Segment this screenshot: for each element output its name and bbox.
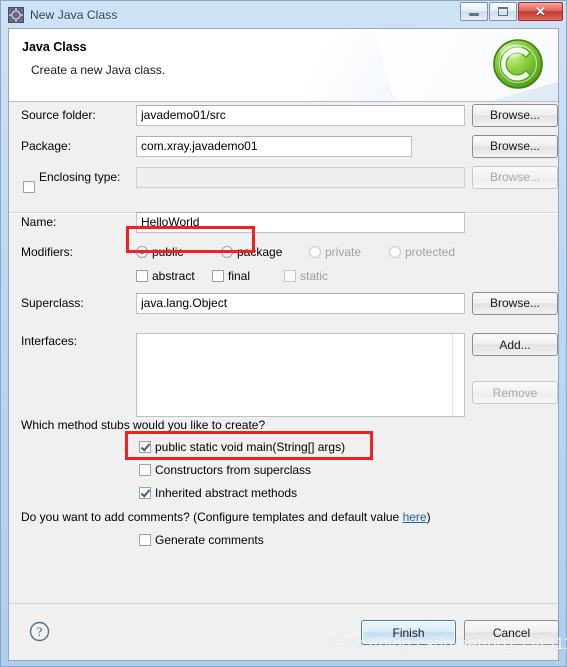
radio-protected-label: protected <box>405 245 456 259</box>
checkbox-constructors-indicator <box>139 464 151 476</box>
interfaces-add-button[interactable]: Add... <box>472 333 558 356</box>
modifier-radio-private: private <box>309 245 361 259</box>
stub-inherited-checkbox[interactable]: Inherited abstract methods <box>139 486 297 500</box>
interfaces-scrollbar[interactable] <box>452 334 464 416</box>
radio-package-indicator <box>221 246 233 258</box>
package-browse-button[interactable]: Browse... <box>472 134 558 158</box>
superclass-browse-button[interactable]: Browse... <box>472 291 558 315</box>
stub-inherited-label: Inherited abstract methods <box>155 486 298 500</box>
new-java-class-dialog-screenshot: New Java Class ✕ Java Class Create a new… <box>0 0 567 667</box>
method-stubs-question: Which method stubs would you like to cre… <box>21 418 266 432</box>
page-subtitle: Create a new Java class. <box>31 63 166 77</box>
package-input[interactable] <box>136 135 412 157</box>
stub-constructors-label: Constructors from superclass <box>155 463 312 477</box>
modifier-radio-protected: protected <box>389 245 455 259</box>
title-bar: New Java Class ✕ <box>1 1 566 28</box>
modifier-checkbox-static: static <box>284 269 328 283</box>
close-button[interactable]: ✕ <box>518 2 563 21</box>
enclosing-type-input[interactable] <box>136 166 465 188</box>
minimize-button[interactable] <box>460 2 488 21</box>
checkbox-generate-comments-indicator <box>139 534 151 546</box>
radio-private-label: private <box>325 245 362 259</box>
source-folder-browse-button[interactable]: Browse... <box>472 103 558 127</box>
checkbox-static-label: static <box>300 269 329 283</box>
modifier-checkbox-abstract[interactable]: abstract <box>136 269 195 283</box>
dialog-frame: Java Class Create a new Java class. Sour… <box>8 28 559 661</box>
checkbox-inherited-indicator <box>139 487 151 499</box>
form-content: Source folder: Browse... Package: Browse… <box>9 102 558 603</box>
dialog-window: New Java Class ✕ Java Class Create a new… <box>0 0 567 667</box>
radio-protected-indicator <box>389 246 401 258</box>
name-label: Name: <box>21 215 57 229</box>
maximize-icon <box>498 7 508 16</box>
close-icon: ✕ <box>535 4 546 19</box>
comments-question-suffix: ) <box>426 510 431 524</box>
modifiers-label: Modifiers: <box>21 245 74 259</box>
minimize-icon <box>469 13 479 16</box>
watermark-text: https://blog.csdn.net/u013343114 <box>326 634 567 653</box>
interfaces-listbox[interactable] <box>136 333 465 417</box>
help-icon[interactable]: ? <box>29 621 50 642</box>
comments-question: Do you want to add comments? (Configure … <box>21 510 431 524</box>
comments-question-prefix: Do you want to add comments? (Configure … <box>21 510 403 524</box>
checkbox-static-indicator <box>284 270 296 282</box>
superclass-input[interactable] <box>136 292 465 314</box>
modifier-radio-package[interactable]: package <box>221 245 282 259</box>
modifier-checkbox-final[interactable]: final <box>212 269 250 283</box>
radio-private-indicator <box>309 246 321 258</box>
interfaces-label: Interfaces: <box>21 334 78 348</box>
checkbox-final-indicator <box>212 270 224 282</box>
enclosing-type-checkbox[interactable] <box>23 181 35 193</box>
window-title: New Java Class <box>30 7 118 22</box>
superclass-label: Superclass: <box>21 296 84 310</box>
radio-public-indicator <box>136 246 148 258</box>
checkbox-abstract-label: abstract <box>152 269 195 283</box>
configure-templates-link[interactable]: here <box>403 510 427 524</box>
radio-public-label: public <box>152 245 184 259</box>
wizard-header: Java Class Create a new Java class. <box>9 29 558 102</box>
generate-comments-label: Generate comments <box>155 533 264 547</box>
maximize-button[interactable] <box>489 2 517 21</box>
svg-text:?: ? <box>37 624 43 639</box>
checkbox-abstract-indicator <box>136 270 148 282</box>
package-label: Package: <box>21 139 72 153</box>
green-c-class-icon <box>493 39 543 89</box>
source-folder-label: Source folder: <box>21 108 96 122</box>
generate-comments-checkbox[interactable]: Generate comments <box>139 533 264 547</box>
radio-package-label: package <box>237 245 283 259</box>
page-title: Java Class <box>22 40 87 54</box>
checkbox-final-label: final <box>228 269 251 283</box>
stub-constructors-checkbox[interactable]: Constructors from superclass <box>139 463 311 477</box>
interfaces-remove-button: Remove <box>472 381 558 404</box>
window-controls: ✕ <box>459 2 563 21</box>
enclosing-type-label: Enclosing type: <box>39 170 121 184</box>
stub-main-label: public static void main(String[] args) <box>155 440 346 454</box>
stub-main-checkbox[interactable]: public static void main(String[] args) <box>139 440 345 454</box>
enclosing-type-browse-button: Browse... <box>472 165 558 189</box>
source-folder-input[interactable] <box>136 104 465 126</box>
checkbox-main-indicator <box>139 441 151 453</box>
java-class-wizard-icon <box>8 6 24 23</box>
class-name-input[interactable] <box>136 211 465 233</box>
modifier-radio-public[interactable]: public <box>136 245 183 259</box>
